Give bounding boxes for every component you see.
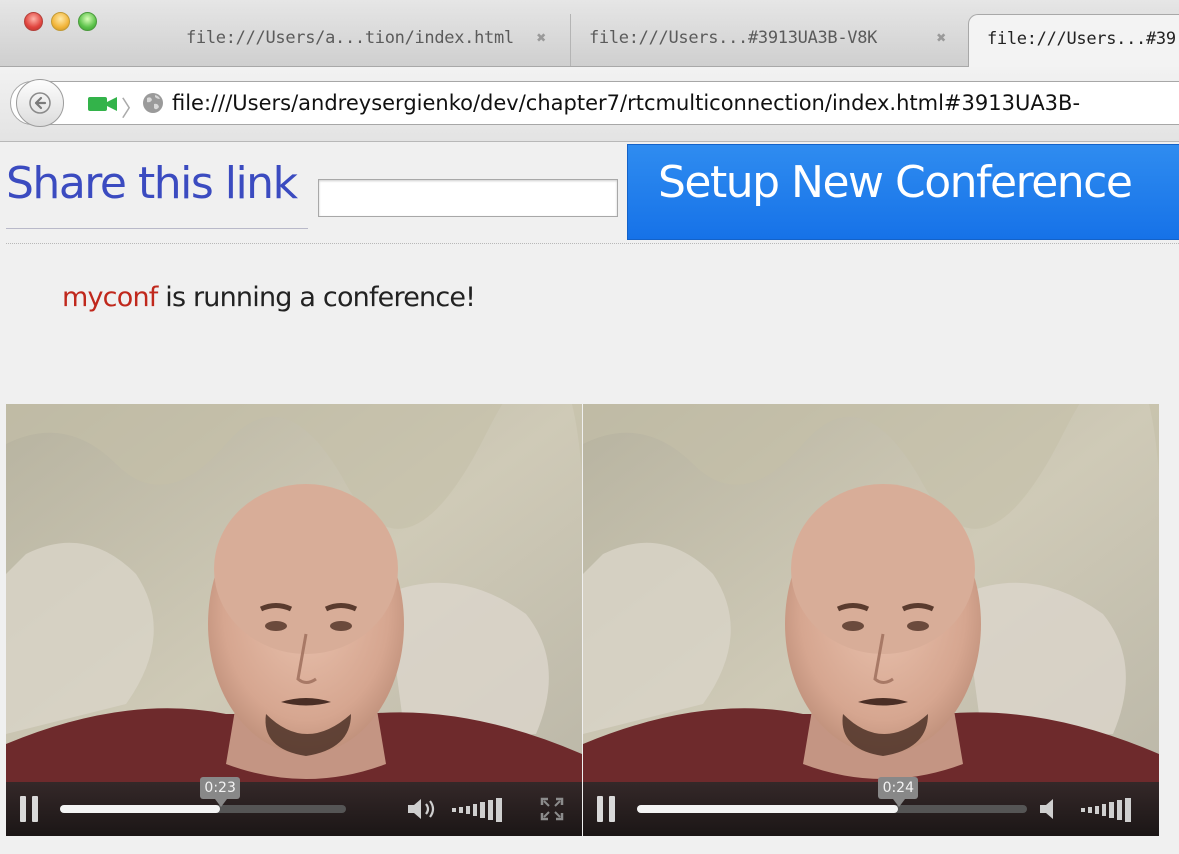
browser-tab-active[interactable]: file:///Users...#39 [968, 14, 1179, 67]
back-arrow-icon [29, 92, 51, 114]
seek-bar[interactable]: 0:24 [637, 777, 1027, 813]
volume-level-icon[interactable] [1081, 796, 1137, 822]
speaker-on-icon[interactable] [406, 797, 440, 821]
webcam-frame [583, 404, 1159, 836]
seek-bar[interactable]: 0:23 [60, 777, 346, 813]
host-name: myconf [62, 282, 158, 313]
video-player-remote[interactable]: 0:24 [583, 404, 1159, 836]
pause-icon[interactable] [597, 796, 617, 822]
tab-label: file:///Users/a...tion/index.html [186, 28, 514, 48]
share-link-input[interactable] [318, 179, 618, 217]
camera-icon[interactable] [88, 95, 118, 113]
conference-status: myconf is running a conference! [62, 282, 476, 313]
tab-close-icon[interactable]: ✖ [937, 28, 947, 47]
close-window-button[interactable] [24, 12, 43, 31]
setup-new-conference-button[interactable]: Setup New Conference [627, 144, 1179, 240]
volume-level-icon[interactable] [452, 796, 508, 822]
speaker-icon[interactable] [1038, 797, 1058, 821]
url-text[interactable]: file:///Users/andreysergienko/dev/chapte… [172, 91, 1080, 115]
video-player-local[interactable]: 0:23 [6, 404, 582, 836]
window-titlebar: file:///Users/a...tion/index.html ✖ file… [0, 0, 1179, 67]
tab-label: file:///Users...#3913UA3B-V8K [589, 28, 878, 48]
status-message: is running a conference! [157, 282, 476, 313]
navigation-toolbar: 〉 file:///Users/andreysergienko/dev/chap… [0, 67, 1179, 142]
chevron-right-icon: 〉 [121, 96, 144, 121]
fullscreen-icon[interactable] [540, 797, 564, 821]
zoom-window-button[interactable] [78, 12, 97, 31]
browser-tab-1[interactable]: file:///Users/a...tion/index.html ✖ [168, 14, 568, 66]
divider [6, 243, 1179, 244]
globe-icon [143, 93, 163, 113]
current-time: 0:23 [200, 777, 241, 807]
back-button[interactable] [16, 79, 64, 127]
tab-close-icon[interactable]: ✖ [537, 28, 547, 47]
tab-label: file:///Users...#39 [987, 29, 1176, 49]
current-time: 0:24 [878, 777, 919, 807]
heading-underline [6, 228, 308, 229]
video-controls: 0:23 [6, 777, 582, 836]
webcam-frame [6, 404, 582, 836]
browser-tab-2[interactable]: file:///Users...#3913UA3B-V8K ✖ [570, 14, 968, 66]
pause-icon[interactable] [20, 796, 40, 822]
seek-bar-played [60, 805, 221, 813]
share-link-heading: Share this link [6, 158, 298, 209]
minimize-window-button[interactable] [51, 12, 70, 31]
seek-bar-played [637, 805, 899, 813]
video-controls: 0:24 [583, 777, 1159, 836]
